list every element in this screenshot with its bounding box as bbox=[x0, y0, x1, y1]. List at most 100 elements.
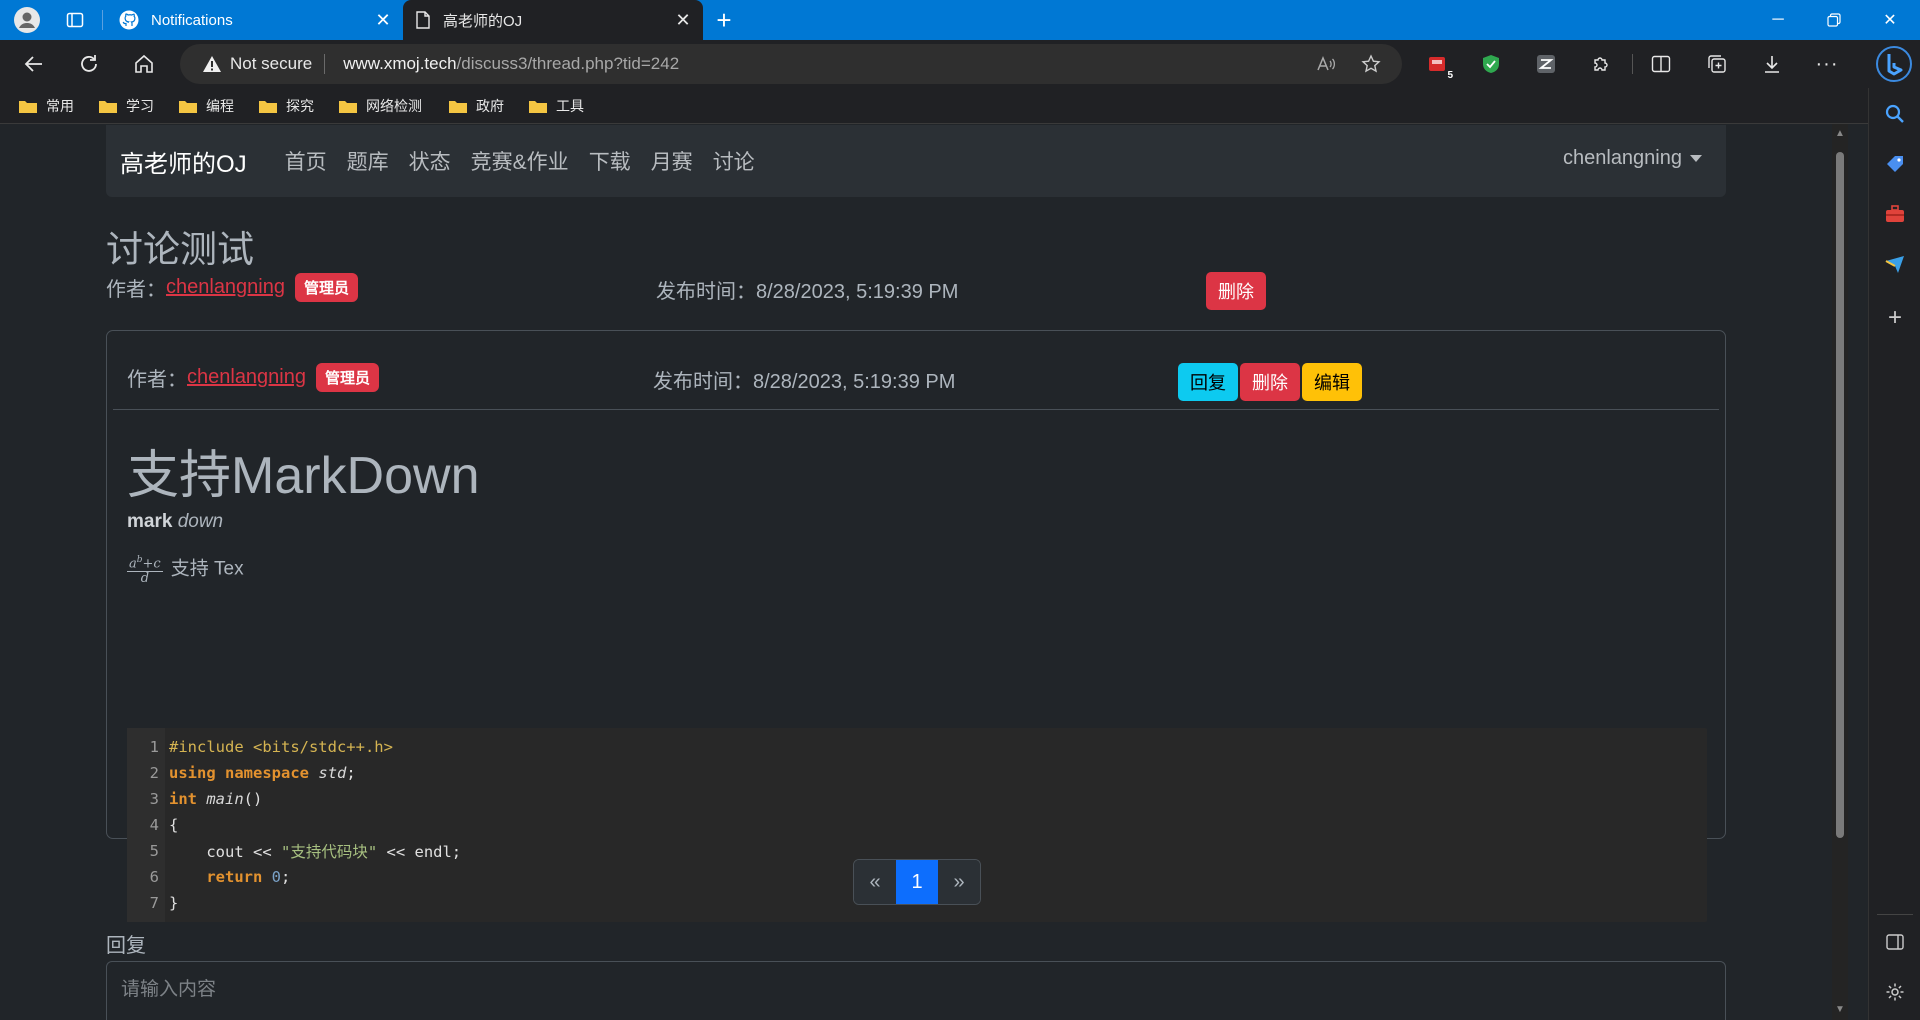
nav-home[interactable]: 首页 bbox=[285, 146, 327, 176]
post-edit-button[interactable]: 编辑 bbox=[1302, 363, 1362, 401]
extension-button-red[interactable]: 5 bbox=[1419, 46, 1455, 82]
bookmark-folder[interactable]: 编程 bbox=[178, 94, 234, 118]
post-delete-button[interactable]: 删除 bbox=[1240, 363, 1300, 401]
code-keyword: return bbox=[206, 868, 263, 886]
star-icon bbox=[1361, 54, 1381, 73]
code-text: #include <bits/stdc++.h> bbox=[169, 738, 393, 756]
tex-caption: 支持 Tex bbox=[170, 558, 244, 580]
bookmark-label: 工具 bbox=[556, 98, 584, 114]
back-arrow-icon bbox=[24, 56, 42, 72]
toolbar-divider bbox=[1632, 54, 1633, 74]
nav-problems[interactable]: 题库 bbox=[347, 146, 389, 176]
sidebar-settings-button[interactable] bbox=[1879, 976, 1911, 1008]
edge-sidebar: + bbox=[1868, 88, 1920, 1020]
scrollbar-thumb[interactable] bbox=[1836, 152, 1844, 838]
bookmark-folder[interactable]: 学习 bbox=[98, 94, 154, 118]
warning-icon bbox=[202, 55, 222, 73]
tex-denominator: d bbox=[140, 571, 150, 587]
sidebar-tools-button[interactable] bbox=[1879, 198, 1911, 230]
nav-downloads[interactable]: 下载 bbox=[589, 146, 631, 176]
read-aloud-button[interactable] bbox=[1310, 48, 1342, 80]
thread-delete-button[interactable]: 删除 bbox=[1206, 272, 1266, 310]
bookmark-folder[interactable]: 政府 bbox=[448, 94, 504, 118]
bookmark-folder[interactable]: 常用 bbox=[18, 94, 74, 118]
extensions-button[interactable] bbox=[1583, 46, 1619, 82]
favorite-button[interactable] bbox=[1355, 48, 1387, 80]
sidebar-search-button[interactable] bbox=[1879, 98, 1911, 130]
line-number: 5 bbox=[149, 842, 159, 860]
user-name: chenlangning bbox=[1563, 147, 1682, 169]
post-reply-button[interactable]: 回复 bbox=[1178, 363, 1238, 401]
security-status[interactable]: Not secure bbox=[230, 54, 312, 74]
profile-button[interactable] bbox=[12, 5, 42, 35]
nav-status[interactable]: 状态 bbox=[409, 146, 451, 176]
bookmark-label: 学习 bbox=[126, 98, 154, 114]
post-divider bbox=[113, 409, 1719, 410]
extension-button-shield[interactable] bbox=[1473, 46, 1509, 82]
pagination-prev[interactable]: « bbox=[854, 860, 896, 904]
tab-title: 高老师的OJ bbox=[443, 12, 523, 30]
minimize-button[interactable]: ─ bbox=[1750, 0, 1806, 40]
page-scrollbar[interactable]: ▲ ▼ bbox=[1832, 124, 1848, 1020]
bookmark-folder[interactable]: 探究 bbox=[258, 94, 314, 118]
bookmark-folder[interactable]: 工具 bbox=[528, 94, 584, 118]
site-navbar: 高老师的OJ 首页 题库 状态 竞赛&作业 下载 月赛 讨论 chenlangn… bbox=[106, 125, 1726, 197]
code-text: << endl; bbox=[377, 843, 462, 861]
bookmark-label: 编程 bbox=[206, 98, 234, 114]
new-tab-button[interactable]: + bbox=[709, 5, 739, 35]
home-icon bbox=[135, 54, 153, 73]
pagination-next[interactable]: » bbox=[938, 860, 980, 904]
nav-contests[interactable]: 竞赛&作业 bbox=[471, 146, 569, 176]
reply-input[interactable] bbox=[106, 961, 1726, 1020]
close-window-button[interactable]: ✕ bbox=[1862, 0, 1918, 40]
caret-down-icon bbox=[1690, 155, 1702, 162]
tab-close-button[interactable]: ✕ bbox=[669, 6, 697, 34]
sidebar-add-button[interactable]: + bbox=[1879, 302, 1911, 334]
thread-publish-time: 发布时间：8/28/2023, 5:19:39 PM bbox=[656, 281, 959, 303]
tab-actions-button[interactable] bbox=[60, 5, 90, 35]
tex-numerator: a bbox=[129, 556, 137, 572]
restore-button[interactable] bbox=[1806, 0, 1862, 40]
code-text: } bbox=[169, 894, 179, 912]
sidebar-shopping-button[interactable] bbox=[1879, 148, 1911, 180]
address-bar[interactable]: Not secure www.xmoj.tech/discuss3/thread… bbox=[180, 44, 1402, 84]
sidebar-divider bbox=[1877, 914, 1913, 915]
post-heading: 支持MarkDown bbox=[127, 447, 480, 505]
nav-monthly[interactable]: 月赛 bbox=[651, 146, 693, 176]
author-label: 作者： bbox=[106, 278, 166, 301]
bookmark-folder[interactable]: 网络检测 bbox=[338, 94, 422, 118]
scroll-up-icon[interactable]: ▲ bbox=[1834, 128, 1846, 140]
copilot-button[interactable] bbox=[1868, 40, 1920, 88]
back-button[interactable] bbox=[16, 46, 52, 82]
tab-close-button[interactable]: ✕ bbox=[369, 6, 397, 34]
author-link[interactable]: chenlangning bbox=[166, 276, 285, 299]
extension-button-z[interactable] bbox=[1528, 46, 1564, 82]
split-screen-button[interactable] bbox=[1643, 46, 1679, 82]
refresh-button[interactable] bbox=[71, 46, 107, 82]
site-brand[interactable]: 高老师的OJ bbox=[120, 144, 247, 179]
tab-notifications[interactable]: Notifications ✕ bbox=[107, 0, 403, 40]
bookmark-label: 政府 bbox=[476, 98, 504, 114]
home-button[interactable] bbox=[126, 46, 162, 82]
sidebar-hide-button[interactable] bbox=[1879, 926, 1911, 958]
line-number: 2 bbox=[149, 764, 159, 782]
post-meta: 作者： chenlangning 管理员 bbox=[127, 360, 380, 394]
line-number: 4 bbox=[149, 816, 159, 834]
more-icon: ··· bbox=[1815, 52, 1839, 75]
tab-xmoj[interactable]: 高老师的OJ ✕ bbox=[403, 0, 703, 40]
user-dropdown[interactable]: chenlangning bbox=[1563, 147, 1702, 170]
folder-icon bbox=[98, 99, 118, 114]
settings-more-button[interactable]: ··· bbox=[1809, 46, 1845, 82]
post-publish-time: 发布时间：8/28/2023, 5:19:39 PM bbox=[653, 371, 956, 393]
author-link[interactable]: chenlangning bbox=[187, 366, 306, 389]
scroll-down-icon[interactable]: ▼ bbox=[1834, 1004, 1846, 1016]
nav-discuss[interactable]: 讨论 bbox=[713, 146, 755, 176]
restore-icon bbox=[1827, 13, 1841, 27]
code-keyword: using bbox=[169, 764, 216, 782]
collections-button[interactable] bbox=[1699, 46, 1735, 82]
sidebar-drop-button[interactable] bbox=[1879, 248, 1911, 280]
pagination-page-1[interactable]: 1 bbox=[896, 860, 938, 904]
url-text[interactable]: www.xmoj.tech/discuss3/thread.php?tid=24… bbox=[343, 54, 679, 74]
tab-strip: Notifications ✕ 高老师的OJ ✕ + ─ ✕ bbox=[0, 0, 1920, 40]
downloads-button[interactable] bbox=[1754, 46, 1790, 82]
